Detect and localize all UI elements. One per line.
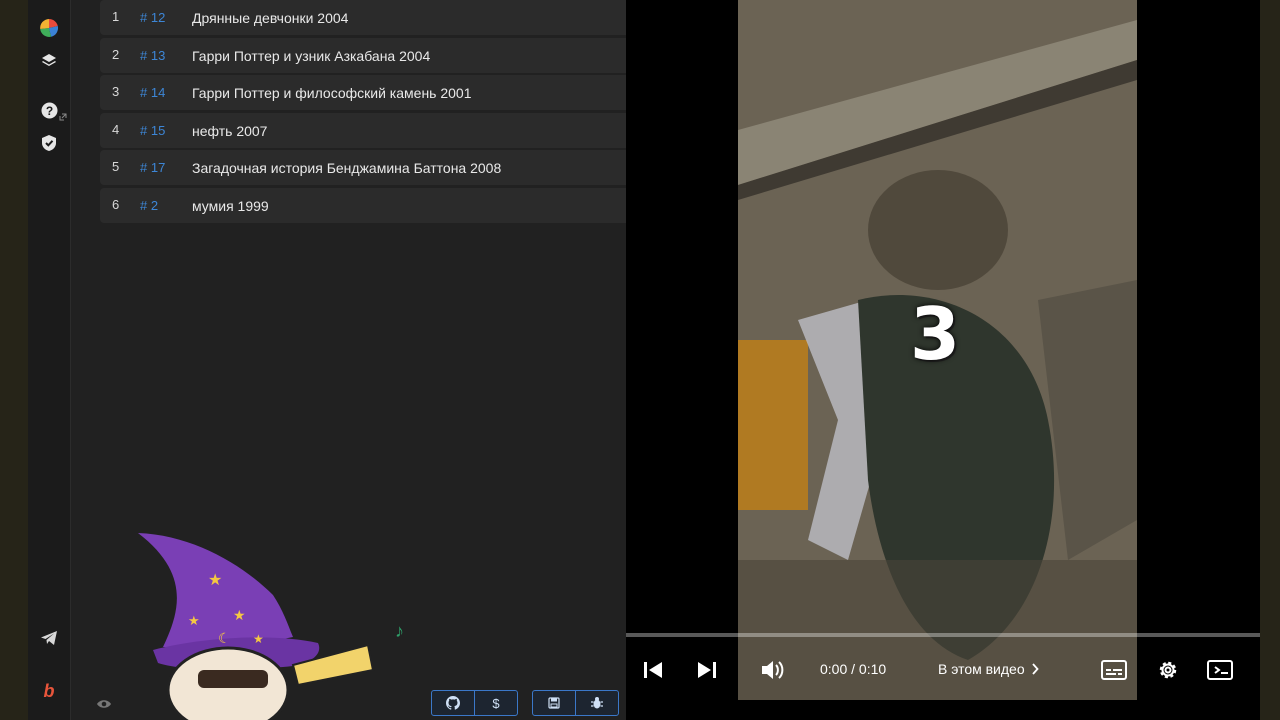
item-title: Загадочная история Бенджамина Баттона 20… xyxy=(192,160,502,176)
item-title: Гарри Поттер и узник Азкабана 2004 xyxy=(192,47,431,64)
list-item[interactable]: 1 # 12 Дрянные девчонки 2004 xyxy=(100,0,626,35)
list-item[interactable]: 3 # 14 Гарри Поттер и философский камень… xyxy=(100,75,626,110)
previous-icon[interactable] xyxy=(638,650,668,690)
item-number: 5 xyxy=(112,159,120,174)
brand-b-icon[interactable]: b xyxy=(38,680,60,702)
pie-chart-icon[interactable] xyxy=(38,17,60,39)
item-tag[interactable]: # 17 xyxy=(140,160,165,175)
list-item[interactable]: 2 # 13 Гарри Поттер и узник Азкабана 200… xyxy=(100,37,626,73)
list-item[interactable]: 5 # 17 Загадочная история Бенджамина Бат… xyxy=(100,150,626,185)
list-item[interactable]: 4 # 15 нефть 2007 xyxy=(100,112,626,148)
save-icon xyxy=(548,697,560,709)
video-frame[interactable]: 3 xyxy=(738,0,1137,700)
time-display: 0:00 / 0:10 xyxy=(820,661,887,677)
player-controls: 0:00 / 0:10 В этом видео xyxy=(626,650,1260,690)
svg-text:★: ★ xyxy=(253,632,264,646)
item-number: 3 xyxy=(112,84,120,99)
toolbar-group-actions xyxy=(532,690,619,716)
item-title: Дрянные девчонки 2004 xyxy=(192,10,349,26)
app-panel: ? b 1 # 12 Дрянные девчонки 2004 2 # 13 … xyxy=(28,0,626,720)
eye-icon[interactable] xyxy=(96,697,112,715)
dollar-icon: $ xyxy=(492,695,500,711)
svg-text:★: ★ xyxy=(233,607,246,623)
chapters-label: В этом видео xyxy=(938,661,1025,677)
video-player[interactable]: 3 0:00 / 0:10 В этом видео xyxy=(626,0,1260,720)
save-button[interactable] xyxy=(533,691,576,715)
layers-icon[interactable] xyxy=(38,50,60,72)
item-tag[interactable]: # 12 xyxy=(140,10,165,25)
item-title: нефть 2007 xyxy=(192,122,268,139)
bug-icon xyxy=(591,697,603,709)
video-overlay-number: 3 xyxy=(910,292,961,376)
github-button[interactable] xyxy=(432,691,475,715)
next-icon[interactable] xyxy=(692,650,722,690)
item-number: 6 xyxy=(112,196,120,212)
svg-text:★: ★ xyxy=(188,613,200,628)
settings-icon[interactable] xyxy=(1154,650,1182,690)
item-number: 2 xyxy=(112,46,120,62)
progress-bar[interactable] xyxy=(626,633,1260,637)
bug-report-button[interactable] xyxy=(576,691,618,715)
donate-button[interactable]: $ xyxy=(475,691,517,715)
toolbar-group-links: $ xyxy=(431,690,518,716)
item-tag[interactable]: # 2 xyxy=(140,198,158,213)
volume-icon[interactable] xyxy=(756,650,790,690)
subtitles-icon[interactable] xyxy=(1100,650,1128,690)
svg-text:☾: ☾ xyxy=(218,630,231,646)
item-number: 4 xyxy=(112,121,120,137)
miniplayer-icon[interactable] xyxy=(1206,650,1234,690)
shield-check-icon[interactable] xyxy=(38,132,60,154)
item-tag[interactable]: # 13 xyxy=(140,48,165,63)
github-icon xyxy=(446,696,460,710)
svg-text:★: ★ xyxy=(208,572,222,589)
wizard-mascot-image: ★ ★ ★ ★ ☾ ♪ xyxy=(138,533,403,720)
help-icon[interactable]: ? xyxy=(38,99,67,121)
svg-text:♪: ♪ xyxy=(395,621,403,641)
sidebar: ? b xyxy=(28,0,71,720)
chevron-right-icon xyxy=(1031,663,1039,675)
item-title: Гарри Поттер и философский камень 2001 xyxy=(192,85,472,101)
svg-text:?: ? xyxy=(45,104,52,118)
item-number: 1 xyxy=(112,9,120,24)
list-item[interactable]: 6 # 2 мумия 1999 xyxy=(100,187,626,223)
item-title: мумия 1999 xyxy=(192,197,269,214)
external-link-icon xyxy=(59,113,67,121)
movie-list: 1 # 12 Дрянные девчонки 2004 2 # 13 Гарр… xyxy=(100,0,626,225)
telegram-icon[interactable] xyxy=(38,627,60,649)
chapters-button[interactable]: В этом видео xyxy=(938,661,1039,677)
item-tag[interactable]: # 14 xyxy=(140,85,165,100)
background-edge xyxy=(1260,0,1280,720)
item-tag[interactable]: # 15 xyxy=(140,123,165,138)
